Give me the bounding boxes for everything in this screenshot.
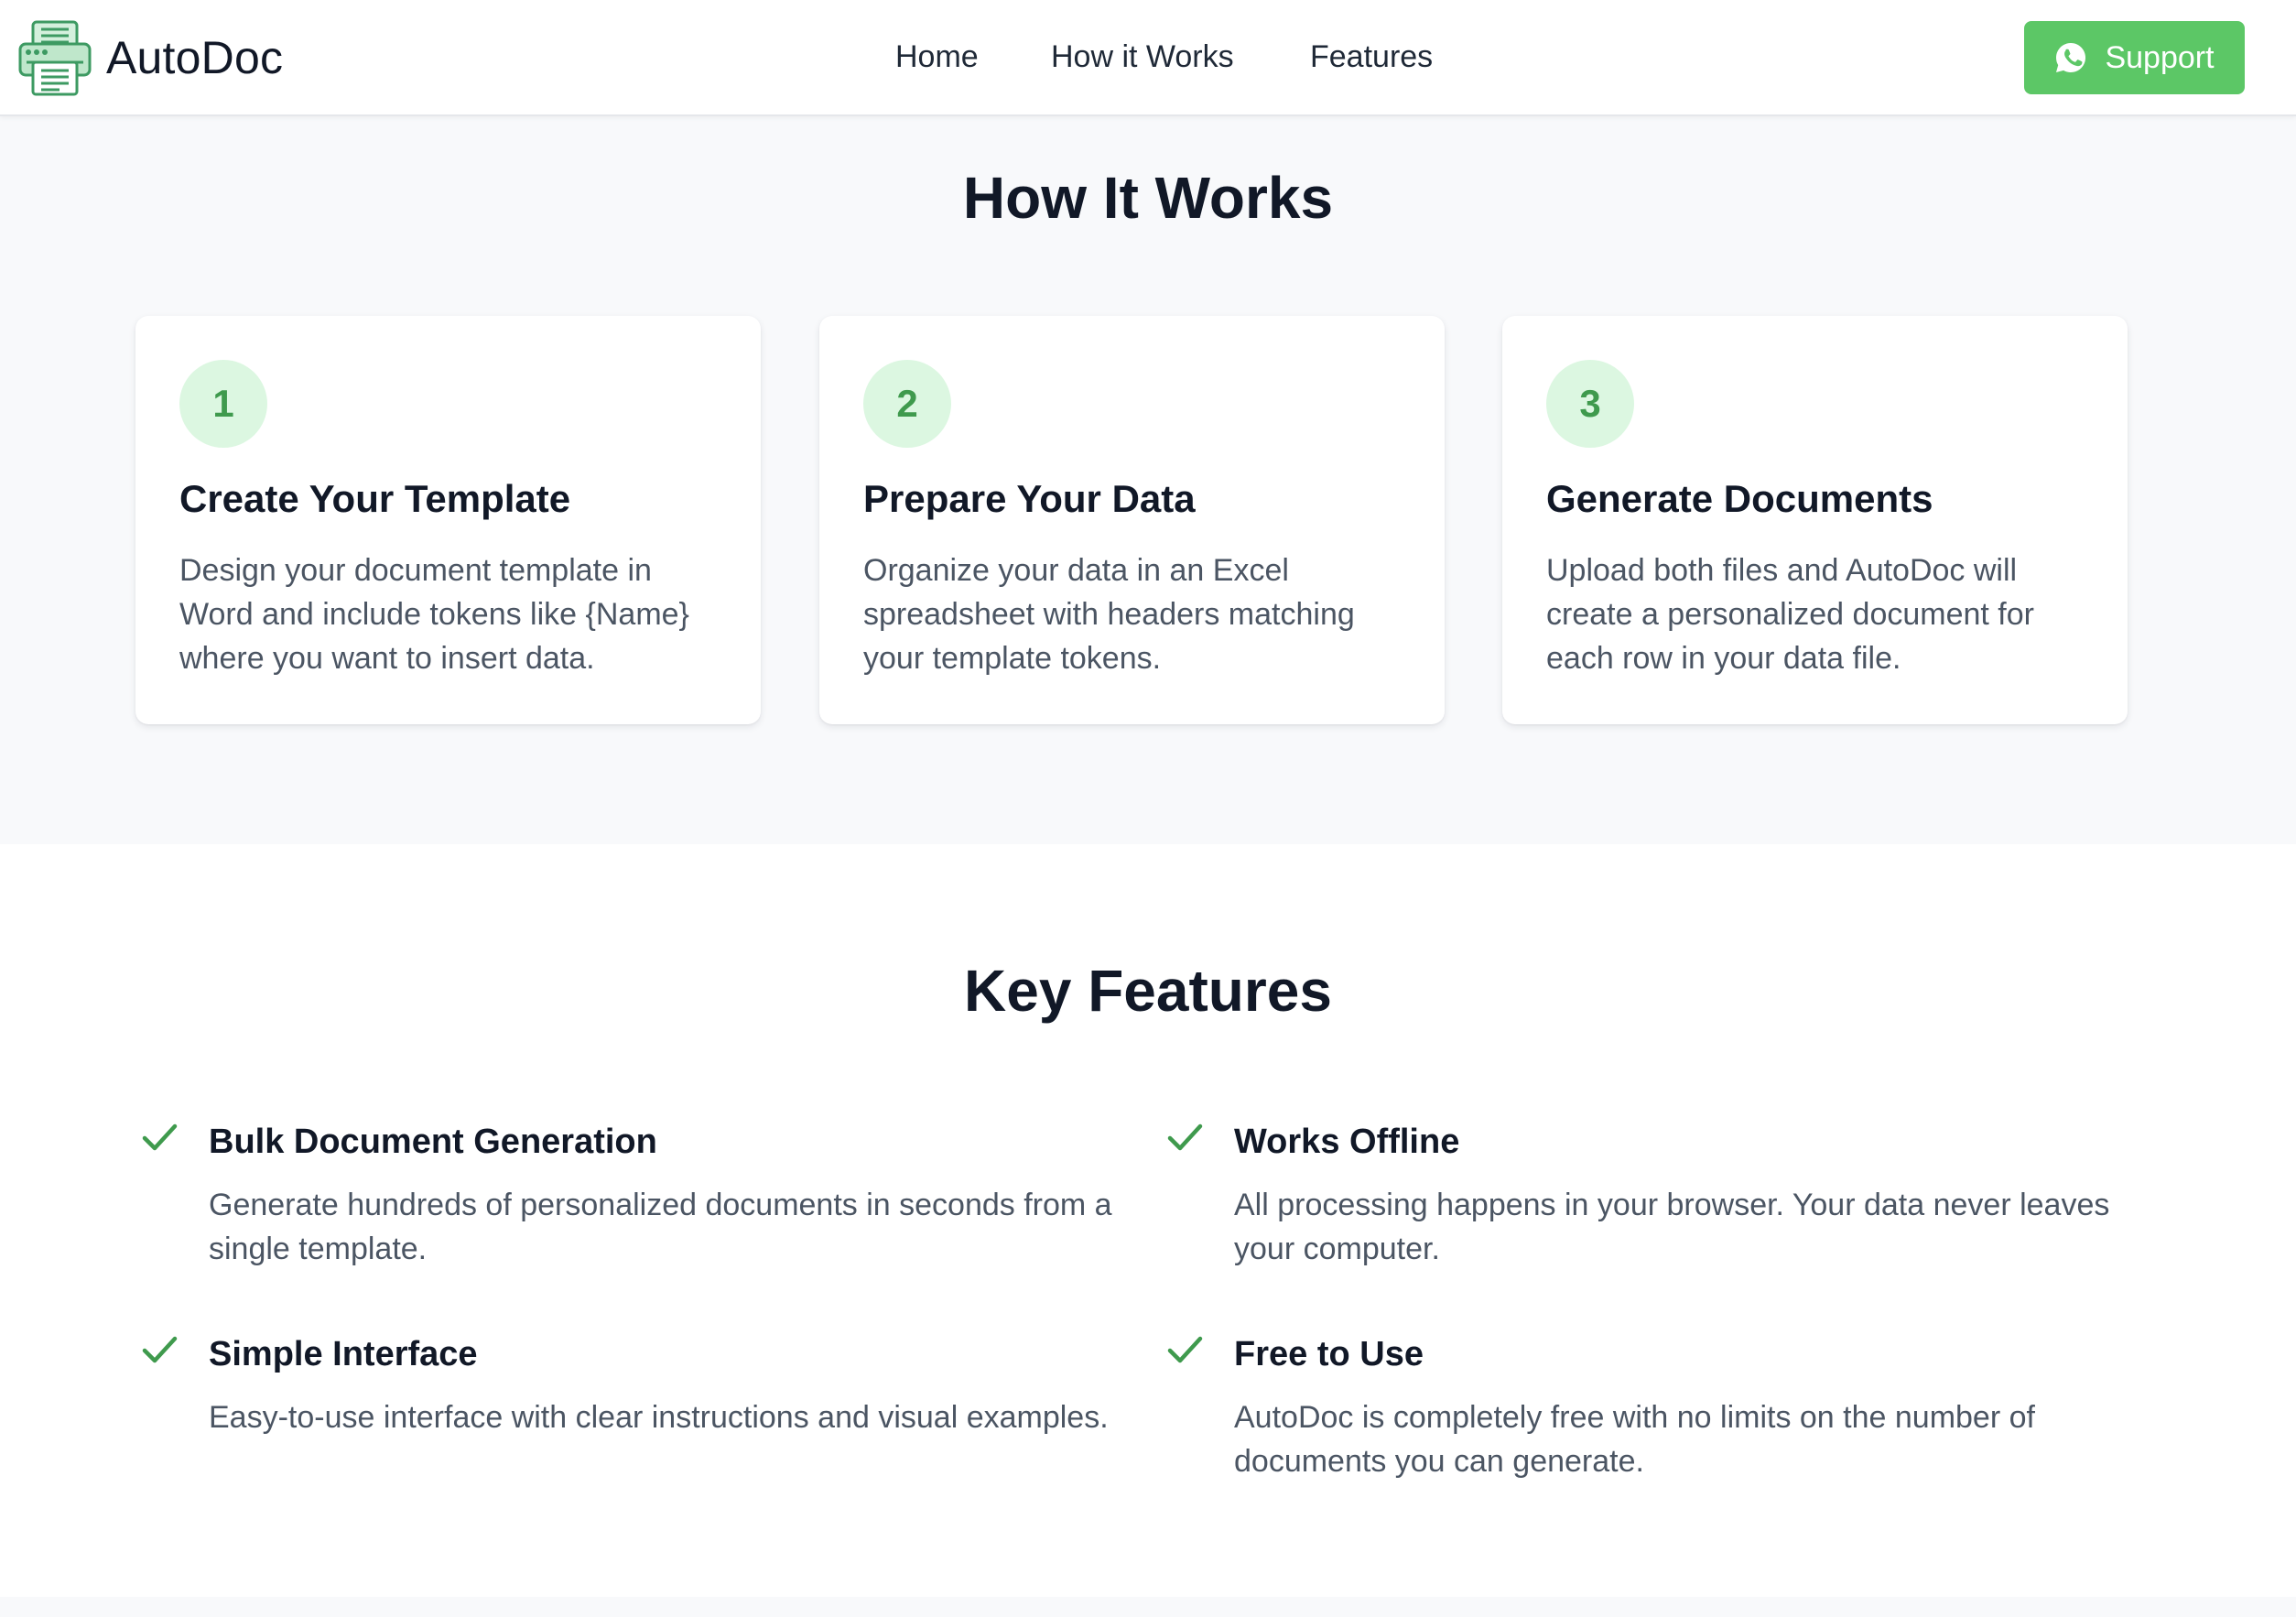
key-features-section: Key Features Bulk Document Generation Ge… xyxy=(0,844,2296,1597)
check-icon xyxy=(1167,1336,1203,1363)
feature-title: Bulk Document Generation xyxy=(209,1123,657,1161)
whatsapp-icon xyxy=(2056,42,2086,72)
nav-features[interactable]: Features xyxy=(1310,37,1433,77)
check-icon xyxy=(142,1336,178,1363)
step-title: Create Your Template xyxy=(179,477,571,520)
how-it-works-section: How It Works 1 Create Your Template Desi… xyxy=(0,116,2296,844)
step-card: 1 Create Your Template Design your docum… xyxy=(135,316,761,724)
feature-description: All processing happens in your browser. … xyxy=(1234,1188,2110,1266)
key-features-title: Key Features xyxy=(964,958,1332,1024)
feature-title: Works Offline xyxy=(1234,1123,1460,1161)
nav-how-it-works[interactable]: How it Works xyxy=(1051,37,1234,77)
support-label: Support xyxy=(2105,39,2215,75)
step-description: Design your document template in Word an… xyxy=(179,553,689,676)
feature-title: Free to Use xyxy=(1234,1335,1424,1373)
feature-description: AutoDoc is completely free with no limit… xyxy=(1234,1400,2035,1479)
step-description: Organize your data in an Excel spreadshe… xyxy=(863,553,1355,676)
check-icon xyxy=(1167,1123,1203,1151)
step-description: Upload both files and AutoDoc will creat… xyxy=(1546,553,2034,676)
nav-home[interactable]: Home xyxy=(895,37,979,77)
step-title: Prepare Your Data xyxy=(863,477,1196,520)
step-card: 3 Generate Documents Upload both files a… xyxy=(1502,316,2128,724)
step-title: Generate Documents xyxy=(1546,477,1933,520)
how-it-works-title: How It Works xyxy=(962,165,1334,231)
footer-edge xyxy=(0,1597,2296,1617)
check-icon xyxy=(142,1123,178,1151)
step-card: 2 Prepare Your Data Organize your data i… xyxy=(819,316,1445,724)
support-button[interactable]: Support xyxy=(2024,21,2245,94)
site-header: AutoDoc Home How it Works Features Suppo… xyxy=(0,0,2296,116)
main-nav: Home How it Works Features xyxy=(0,0,2296,116)
step-number-badge: 2 xyxy=(863,360,951,448)
feature-title: Simple Interface xyxy=(209,1335,478,1373)
step-number-badge: 1 xyxy=(179,360,267,448)
step-number-badge: 3 xyxy=(1546,360,1634,448)
feature-description: Generate hundreds of personalized docume… xyxy=(209,1188,1112,1266)
feature-description: Easy-to-use interface with clear instruc… xyxy=(209,1400,1109,1435)
